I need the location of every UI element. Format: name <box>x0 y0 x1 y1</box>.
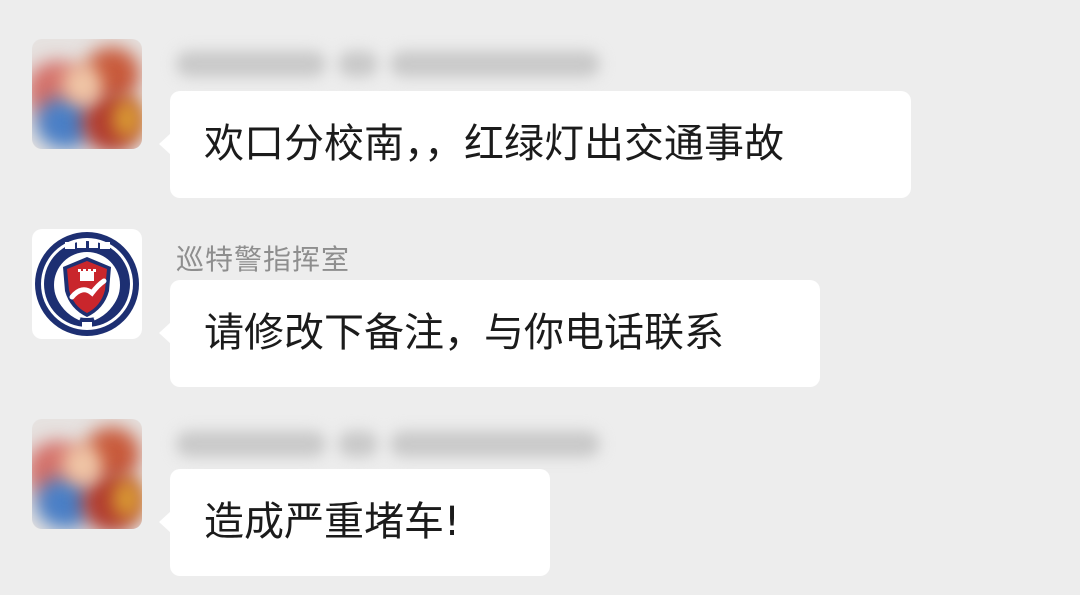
sender-name-redacted <box>176 46 612 79</box>
chat-screen: { "messages": [ { "sender": "", "sender_… <box>0 0 1080 595</box>
chat-message-1: 欢口分校南，，红绿灯出交通事故 <box>0 0 1080 200</box>
user-avatar[interactable] <box>32 419 142 529</box>
sender-name: 巡特警指挥室 <box>176 243 351 276</box>
message-bubble[interactable]: 欢口分校南，，红绿灯出交通事故 <box>159 91 911 198</box>
message-bubble[interactable]: 造成严重堵车! <box>159 469 550 576</box>
police-emblem-icon <box>35 232 139 336</box>
message-bubble[interactable]: 请修改下备注，与你电话联系 <box>159 280 820 387</box>
police-emblem-avatar[interactable] <box>32 229 142 339</box>
user-avatar[interactable] <box>32 39 142 149</box>
chat-message-2: 巡特警指挥室 请修改下备注，与你电话联系 <box>0 200 1080 390</box>
chat-message-3: 造成严重堵车! <box>0 390 1080 595</box>
sender-name-redacted <box>176 426 612 459</box>
